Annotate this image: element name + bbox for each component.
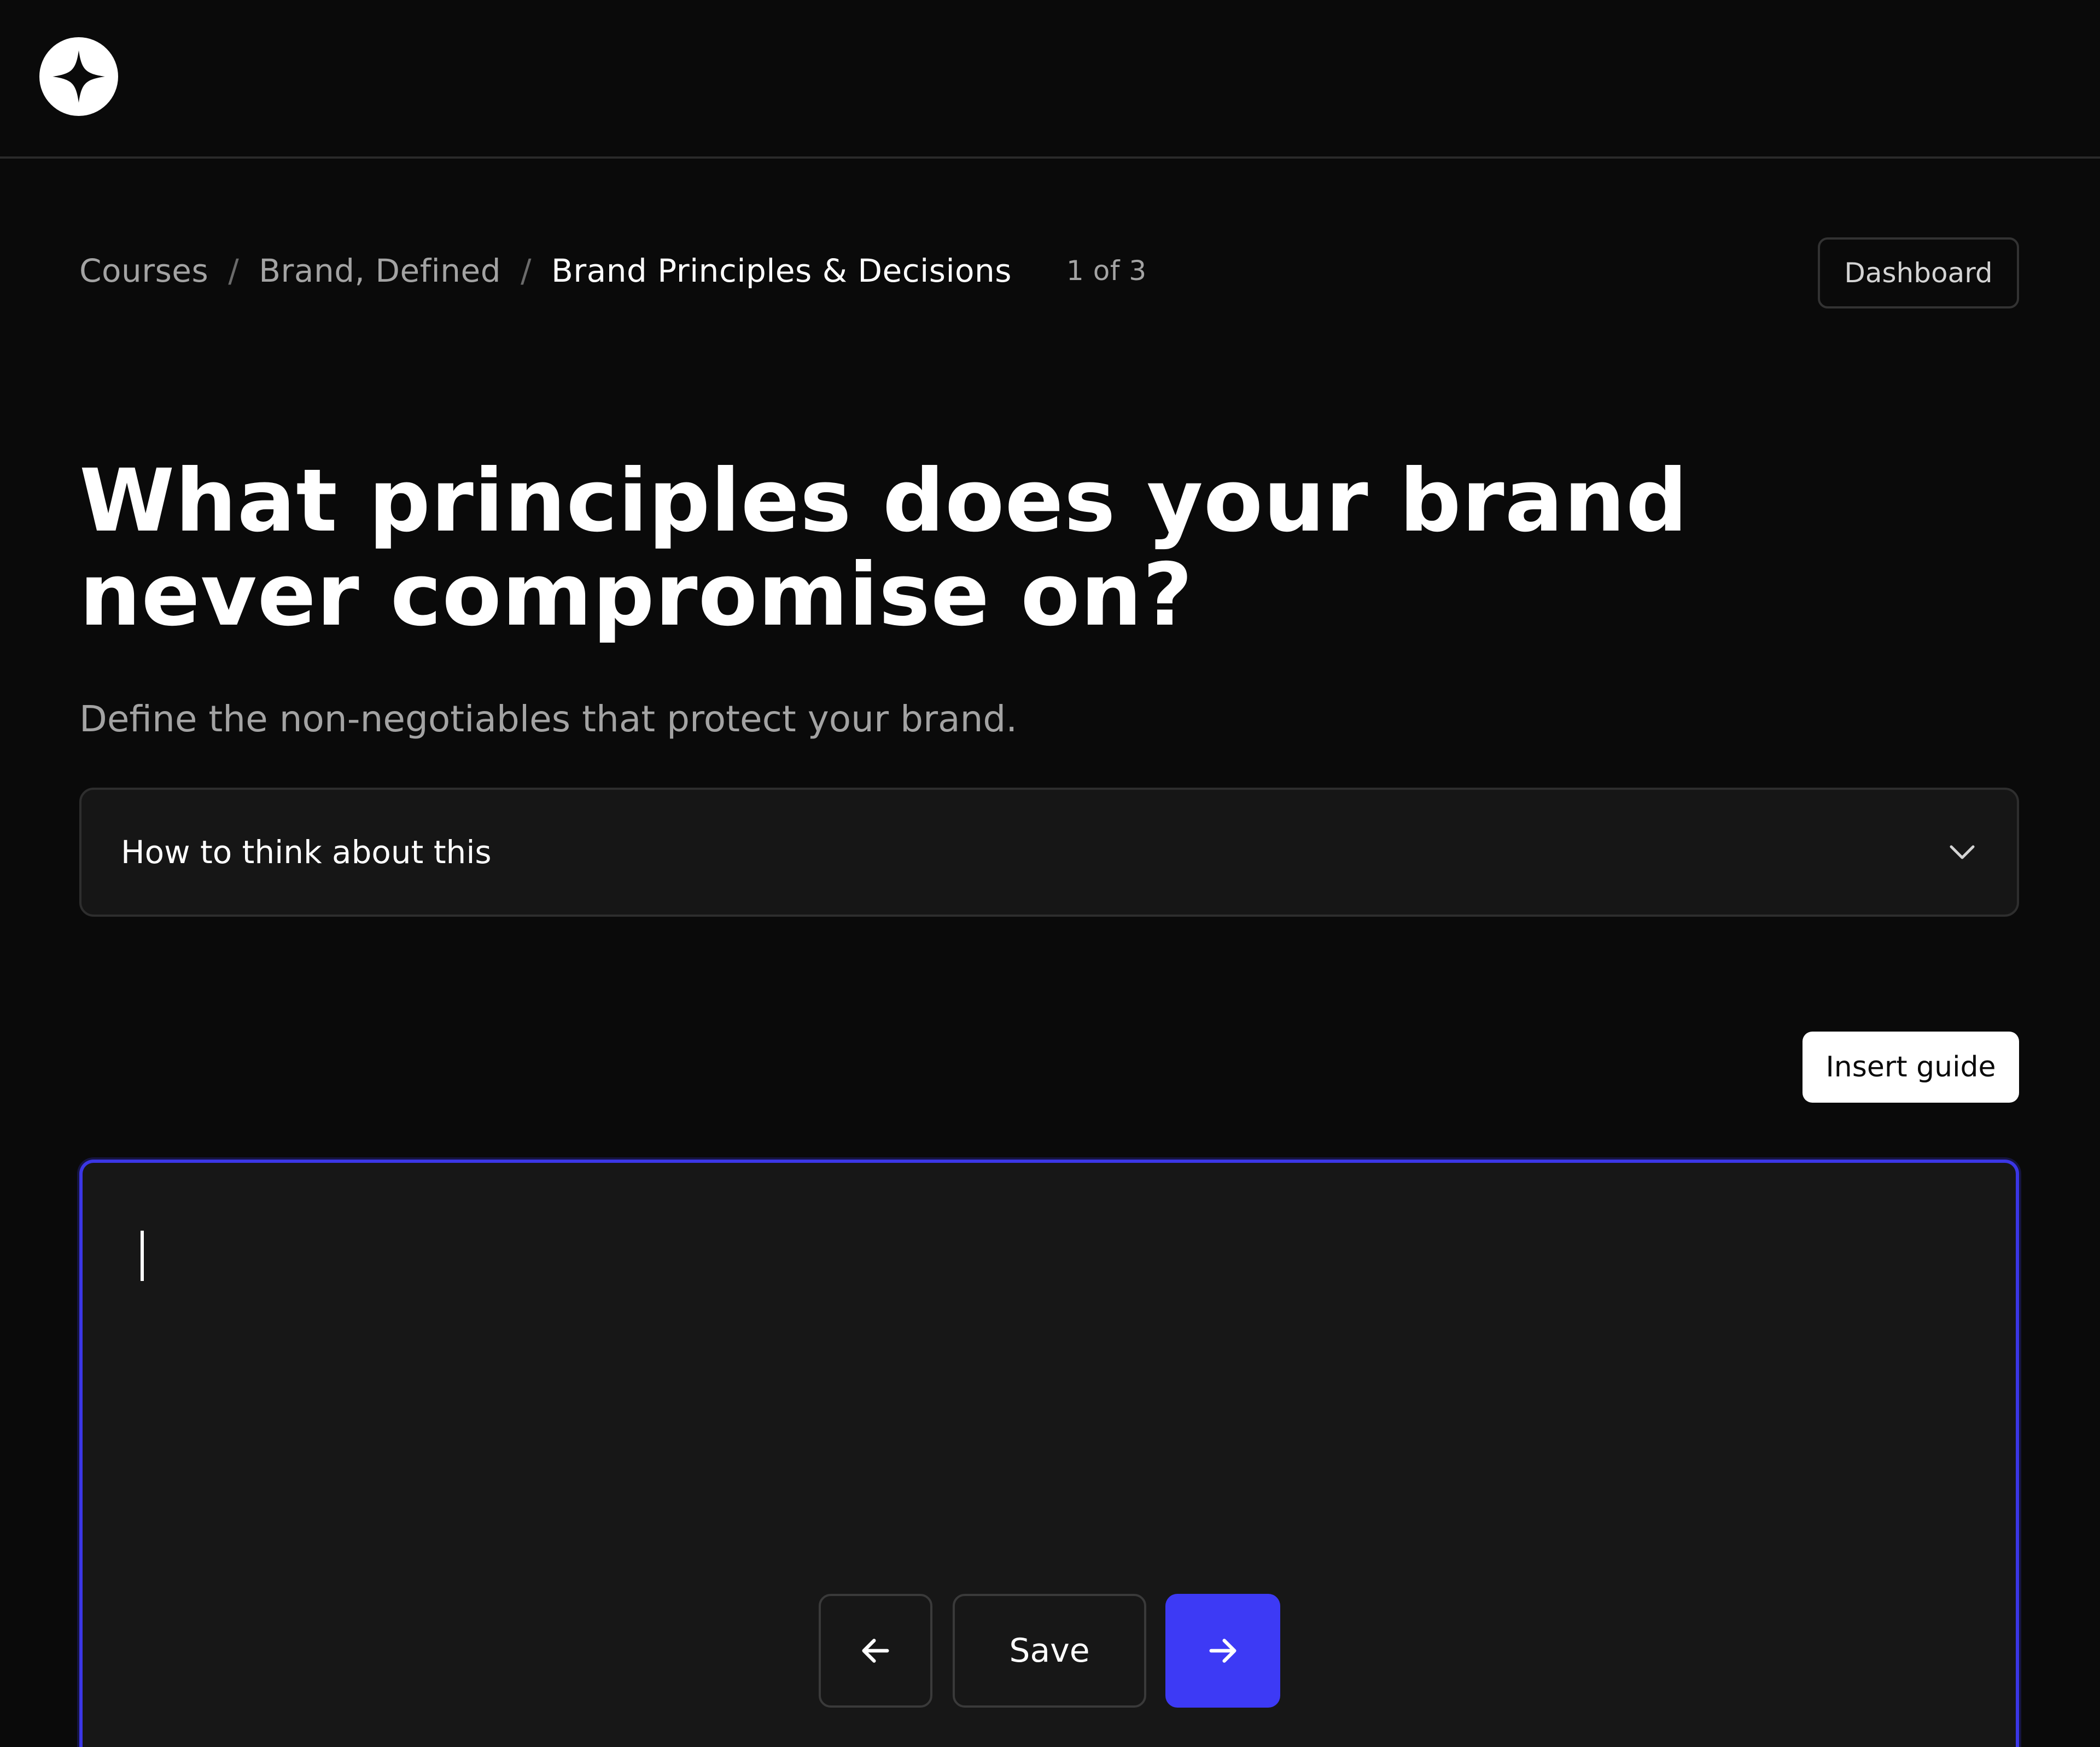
accordion-label: How to think about this [121, 834, 492, 871]
arrow-left-icon [862, 1639, 889, 1663]
top-bar [0, 0, 2100, 159]
logo[interactable] [39, 37, 118, 116]
insert-guide-button[interactable]: Insert guide [1802, 1032, 2019, 1103]
back-button[interactable] [819, 1594, 932, 1708]
chevron-down-icon [1950, 845, 1975, 859]
breadcrumb-item-courses[interactable]: Courses [79, 252, 208, 289]
breadcrumb-item-current: Brand Principles & Decisions [551, 252, 1012, 289]
breadcrumb-separator: / [521, 252, 532, 289]
arrow-right-icon [1209, 1639, 1236, 1663]
guidance-accordion[interactable]: How to think about this [79, 788, 2019, 917]
breadcrumb: Courses / Brand, Defined / Brand Princip… [79, 241, 1147, 301]
page-subtitle: Define the non-negotiables that protect … [79, 698, 1018, 740]
breadcrumb-item-course[interactable]: Brand, Defined [259, 252, 501, 289]
next-button[interactable] [1165, 1594, 1280, 1708]
app-root: Courses / Brand, Defined / Brand Princip… [0, 0, 2100, 1747]
dashboard-button[interactable]: Dashboard [1818, 237, 2019, 308]
step-counter: 1 of 3 [1066, 255, 1147, 287]
text-caret [141, 1231, 144, 1281]
save-button[interactable]: Save [953, 1594, 1146, 1708]
sparkle-star-icon [52, 50, 105, 103]
page-title: What principles does your brand never co… [79, 451, 1688, 645]
breadcrumb-separator: / [228, 252, 240, 289]
